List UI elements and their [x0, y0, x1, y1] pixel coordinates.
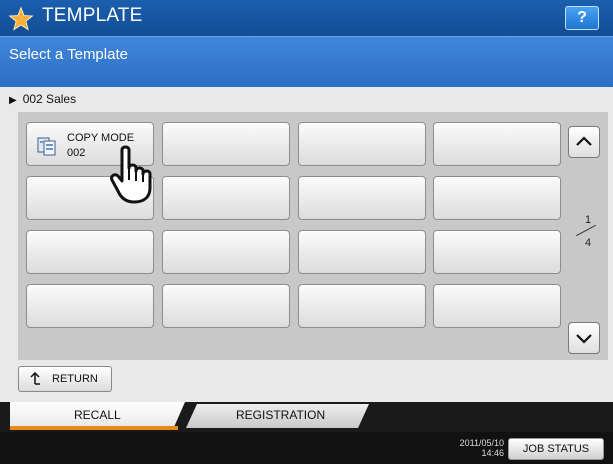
- template-button-9[interactable]: [26, 230, 154, 274]
- subtitle: Select a Template: [9, 46, 128, 63]
- return-label: RETURN: [52, 373, 98, 385]
- tab-registration[interactable]: REGISTRATION: [186, 404, 369, 428]
- chevron-down-icon: [576, 334, 592, 344]
- tab-label: RECALL: [74, 408, 121, 422]
- template-button-13[interactable]: [26, 284, 154, 328]
- job-status-button[interactable]: JOB STATUS: [508, 438, 604, 460]
- title-bar: TEMPLATE ?: [0, 0, 613, 36]
- template-button-3[interactable]: [298, 122, 426, 166]
- copy-mode-icon: [37, 137, 56, 156]
- breadcrumb: ▶ 002 Sales: [9, 92, 76, 106]
- template-button-4[interactable]: [433, 122, 561, 166]
- scroll-down-button[interactable]: [568, 322, 600, 354]
- tab-label: REGISTRATION: [236, 408, 326, 422]
- page-title: TEMPLATE: [42, 5, 143, 26]
- template-button-8[interactable]: [433, 176, 561, 220]
- page-total: 4: [584, 237, 592, 249]
- breadcrumb-text: 002 Sales: [22, 92, 77, 106]
- template-button-2[interactable]: [162, 122, 290, 166]
- scroll-up-button[interactable]: [568, 126, 600, 158]
- template-button-11[interactable]: [298, 230, 426, 274]
- template-button-16[interactable]: [433, 284, 561, 328]
- template-button-12[interactable]: [433, 230, 561, 274]
- template-button-6[interactable]: [162, 176, 290, 220]
- template-button-15[interactable]: [298, 284, 426, 328]
- star-icon: [8, 6, 34, 31]
- chevron-up-icon: [576, 136, 592, 146]
- active-tab-indicator: [10, 426, 178, 430]
- triangle-right-icon: ▶: [9, 95, 17, 106]
- subtitle-band: Select a Template: [0, 36, 613, 87]
- page-divider: [576, 224, 596, 237]
- template-button-10[interactable]: [162, 230, 290, 274]
- return-arrow-icon: [30, 372, 40, 385]
- template-grid: COPY MODE 002 1 4: [18, 112, 608, 360]
- template-button-14[interactable]: [162, 284, 290, 328]
- template-button-7[interactable]: [298, 176, 426, 220]
- help-button[interactable]: ?: [565, 6, 599, 30]
- return-button[interactable]: RETURN: [18, 366, 112, 392]
- hand-pointer-icon: [110, 145, 152, 204]
- datetime: 2011/05/10 14:46: [452, 438, 504, 458]
- time-text: 14:46: [481, 448, 504, 458]
- date-text: 2011/05/10: [459, 438, 504, 448]
